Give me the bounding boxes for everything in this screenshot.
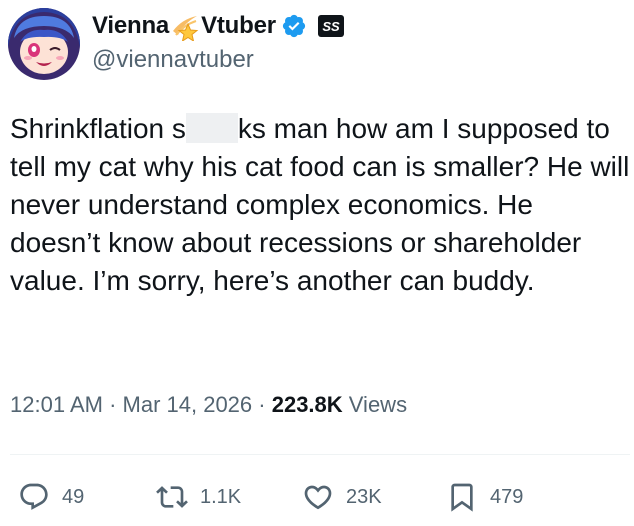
shooting-star-icon bbox=[170, 11, 200, 43]
bookmark-count: 479 bbox=[490, 485, 524, 508]
reply-count: 49 bbox=[62, 485, 85, 508]
bookmark-button[interactable]: 479 bbox=[446, 480, 523, 514]
like-button[interactable]: 23K bbox=[302, 480, 382, 514]
tweet-meta: 12:01 AM · Mar 14, 2026 · 223.8K Views bbox=[10, 392, 407, 418]
svg-text:SS: SS bbox=[322, 19, 340, 34]
meta-separator: · bbox=[252, 392, 272, 417]
bookmark-icon bbox=[451, 483, 473, 512]
anime-avatar-icon bbox=[8, 8, 80, 80]
display-name-part1[interactable]: Vienna bbox=[92, 12, 169, 40]
like-count: 23K bbox=[346, 485, 382, 508]
tweet-date[interactable]: Mar 14, 2026 bbox=[123, 392, 253, 417]
reply-button[interactable]: 49 bbox=[18, 480, 84, 514]
repost-icon bbox=[156, 486, 188, 508]
redaction-box bbox=[185, 113, 238, 143]
tweet-time[interactable]: 12:01 AM bbox=[10, 392, 103, 417]
affiliate-badge-icon[interactable]: SS bbox=[317, 14, 345, 38]
repost-count: 1.1K bbox=[200, 485, 242, 508]
meta-separator: · bbox=[102, 392, 123, 417]
repost-button[interactable]: 1.1K bbox=[156, 480, 241, 514]
views-label: Views bbox=[342, 392, 408, 417]
display-name-part2[interactable]: Vtuber bbox=[201, 12, 276, 40]
verified-badge-icon bbox=[281, 13, 307, 39]
author-name-row[interactable]: Vienna Vtuber SS bbox=[92, 10, 345, 43]
tweet-text: Shrinkflation s ks man how am I supposed … bbox=[10, 110, 630, 300]
divider bbox=[10, 454, 630, 455]
heart-icon bbox=[304, 485, 332, 510]
tweet-text-before: Shrinkflation s bbox=[10, 113, 186, 144]
views-count[interactable]: 223.8K bbox=[272, 392, 343, 417]
reply-icon bbox=[20, 483, 48, 510]
avatar[interactable] bbox=[8, 8, 80, 80]
author-handle[interactable]: @viennavtuber bbox=[92, 46, 254, 74]
